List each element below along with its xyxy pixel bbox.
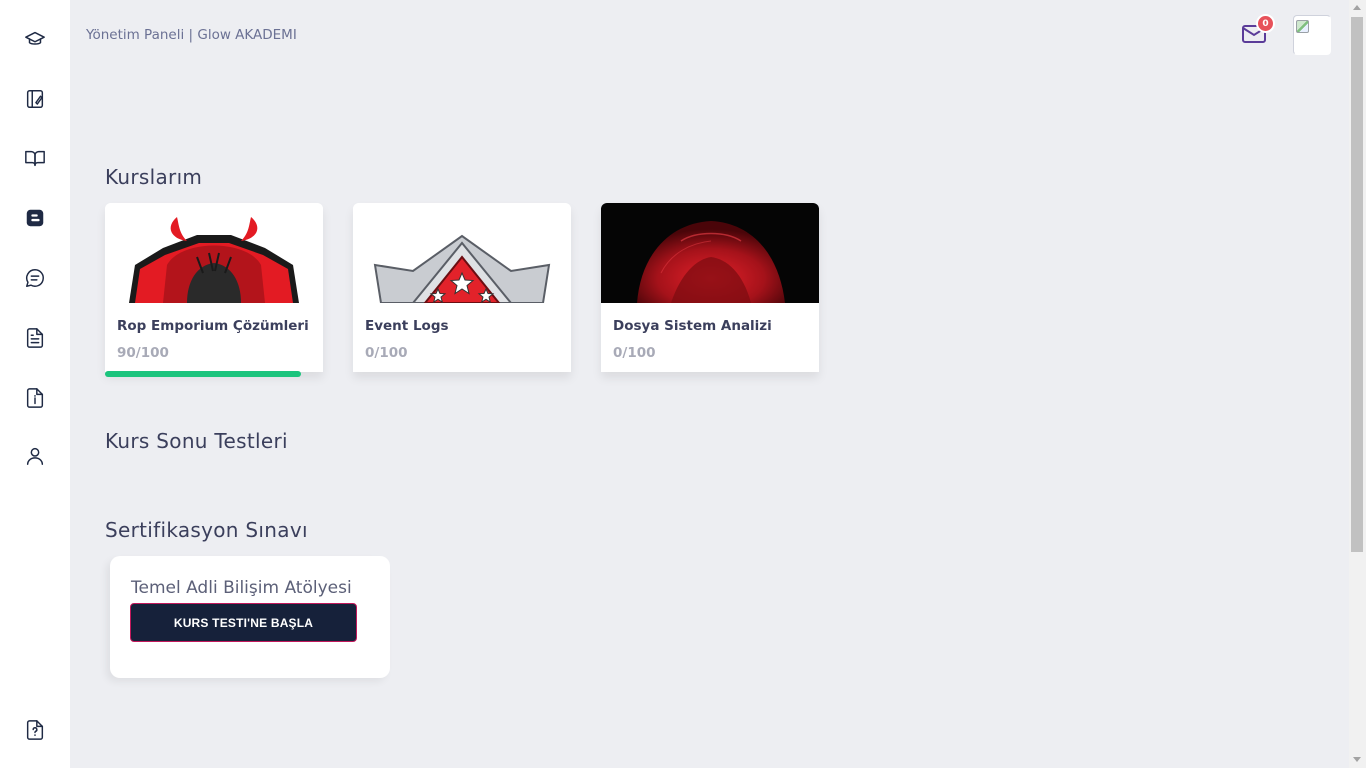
document-icon[interactable]	[22, 325, 48, 351]
course-progress-bar	[105, 371, 301, 377]
book-open-icon[interactable]	[22, 145, 48, 171]
avatar[interactable]	[1293, 15, 1331, 55]
edit-book-icon[interactable]	[22, 86, 48, 112]
courses-title: Kurslarım	[105, 165, 203, 189]
course-card[interactable]: Dosya Sistem Analizi 0/100	[601, 203, 819, 372]
graduation-cap-icon[interactable]	[22, 26, 48, 52]
tests-title: Kurs Sonu Testleri	[105, 429, 288, 453]
blogger-icon[interactable]	[22, 205, 48, 231]
page-title: Yönetim Paneli | Glow AKADEMI	[86, 27, 297, 43]
scroll-down-arrow[interactable]	[1353, 757, 1361, 762]
certification-card-title: Temel Adli Bilişim Atölyesi	[131, 578, 352, 598]
course-score: 0/100	[365, 345, 408, 361]
certification-card: Temel Adli Bilişim Atölyesi KURS TESTI'N…	[110, 556, 390, 678]
course-thumbnail	[353, 203, 571, 303]
course-name: Rop Emporium Çözümleri	[117, 318, 309, 334]
mail-badge: 0	[1258, 16, 1273, 31]
start-test-button[interactable]: KURS TESTI'NE BAŞLA	[130, 603, 357, 642]
certification-title: Sertifikasyon Sınavı	[105, 518, 308, 542]
sidebar	[0, 0, 70, 768]
course-card[interactable]: Rop Emporium Çözümleri 90/100	[105, 203, 323, 372]
scrollbar-thumb[interactable]	[1351, 17, 1363, 552]
help-file-icon[interactable]	[22, 717, 48, 743]
course-name: Event Logs	[365, 318, 449, 334]
course-name: Dosya Sistem Analizi	[613, 318, 772, 334]
info-file-icon[interactable]	[22, 385, 48, 411]
course-score: 90/100	[117, 345, 169, 361]
mail-button[interactable]: 0	[1241, 16, 1273, 48]
broken-image-icon	[1296, 20, 1309, 33]
course-thumbnail	[105, 203, 323, 303]
scroll-up-arrow[interactable]	[1353, 5, 1361, 10]
course-thumbnail	[601, 203, 819, 303]
chat-icon[interactable]	[22, 265, 48, 291]
user-icon[interactable]	[22, 443, 48, 469]
course-score: 0/100	[613, 345, 656, 361]
course-card[interactable]: Event Logs 0/100	[353, 203, 571, 372]
